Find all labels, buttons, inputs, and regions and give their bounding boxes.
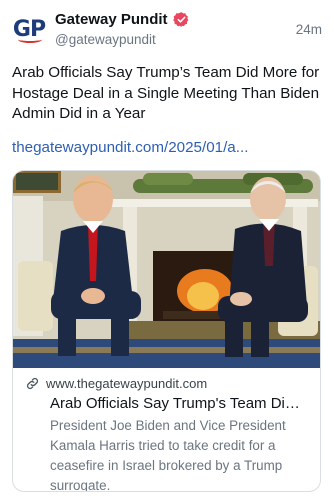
post[interactable]: GP Gateway Pundit @gatewaypundit 24m Ara… <box>0 0 334 500</box>
card-domain-row: www.thegatewaypundit.com <box>13 374 320 392</box>
card-title[interactable]: Arab Officials Say Trump's Team Did ... <box>13 392 320 414</box>
link-icon <box>26 377 39 389</box>
card-meta: www.thegatewaypundit.com Arab Officials … <box>13 374 320 492</box>
post-link[interactable]: thegatewaypundit.com/2025/01/a... <box>12 139 324 156</box>
card-domain: www.thegatewaypundit.com <box>46 375 208 391</box>
name-row: Gateway Pundit <box>55 11 322 28</box>
verified-badge-icon <box>172 12 188 27</box>
card-image[interactable] <box>13 171 320 368</box>
timestamp[interactable]: 24m <box>296 22 322 37</box>
link-preview-card[interactable]: www.thegatewaypundit.com Arab Officials … <box>12 170 321 492</box>
post-text: Arab Officials Say Trump’s Team Did More… <box>12 64 320 122</box>
avatar[interactable]: GP <box>12 12 46 46</box>
card-description: President Joe Biden and Vice President K… <box>50 418 286 492</box>
handle[interactable]: @gatewaypundit <box>55 32 322 47</box>
display-name[interactable]: Gateway Pundit <box>55 11 168 28</box>
post-header: Gateway Pundit @gatewaypundit <box>55 11 322 51</box>
avatar-swoosh <box>18 36 42 43</box>
